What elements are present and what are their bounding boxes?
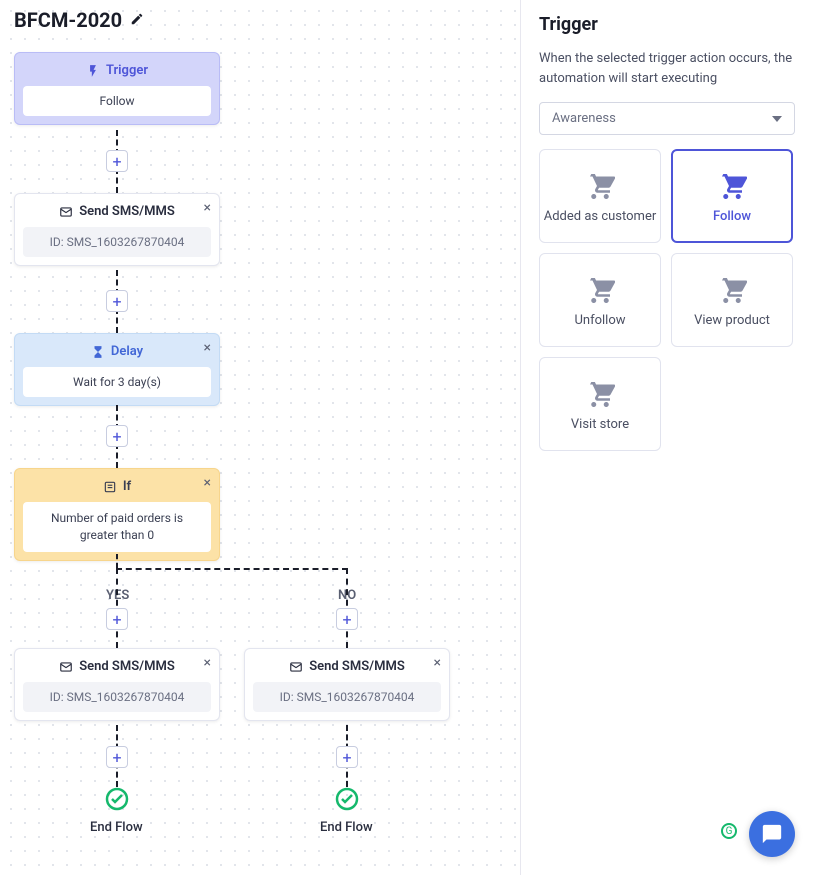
- trigger-tiles: Added as customer Follow Unfollow View p…: [539, 149, 795, 451]
- end-flow-label: End Flow: [90, 820, 143, 835]
- trigger-node-header: Trigger: [15, 53, 219, 86]
- panel-heading: Trigger: [539, 14, 795, 35]
- if-node-label: If: [123, 479, 131, 494]
- tile-label: Unfollow: [574, 313, 625, 328]
- close-icon[interactable]: ×: [204, 655, 211, 671]
- tile-label: Visit store: [571, 417, 629, 432]
- add-step-button[interactable]: +: [106, 290, 128, 312]
- flow-title-row: BFCM-2020: [14, 8, 144, 32]
- sms-node-value: ID: SMS_1603267870404: [253, 682, 441, 712]
- tile-label: Follow: [713, 209, 751, 224]
- bolt-icon: [86, 64, 100, 78]
- flow-canvas[interactable]: BFCM-2020 Trigger Follow + × Send SMS/MM…: [0, 0, 520, 875]
- delay-node[interactable]: × Delay Wait for 3 day(s): [14, 333, 220, 406]
- sms-node-label: Send SMS/MMS: [79, 659, 175, 674]
- sms-node-header: Send SMS/MMS: [15, 194, 219, 227]
- connector: [116, 568, 348, 570]
- add-step-button[interactable]: +: [336, 608, 358, 630]
- trigger-category-dropdown[interactable]: Awareness: [539, 102, 795, 135]
- close-icon[interactable]: ×: [204, 340, 211, 356]
- tile-unfollow[interactable]: Unfollow: [539, 253, 661, 347]
- sms-node-value: ID: SMS_1603267870404: [23, 682, 211, 712]
- connector: [116, 554, 118, 568]
- end-flow-label: End Flow: [320, 820, 373, 835]
- add-step-button[interactable]: +: [106, 608, 128, 630]
- tile-follow[interactable]: Follow: [671, 149, 793, 243]
- if-node-header: If: [15, 469, 219, 502]
- sms-node-no[interactable]: × Send SMS/MMS ID: SMS_1603267870404: [244, 648, 450, 721]
- sms-node-label: Send SMS/MMS: [79, 204, 175, 219]
- chat-icon: [761, 823, 783, 845]
- tile-label: View product: [694, 313, 770, 328]
- sms-node-1[interactable]: × Send SMS/MMS ID: SMS_1603267870404: [14, 193, 220, 266]
- delay-node-value: Wait for 3 day(s): [23, 367, 211, 397]
- flow-title: BFCM-2020: [14, 8, 122, 32]
- dropdown-value: Awareness: [552, 111, 616, 126]
- cart-icon: [717, 169, 747, 199]
- close-icon[interactable]: ×: [434, 655, 441, 671]
- panel-description: When the selected trigger action occurs,…: [539, 49, 795, 88]
- sms-node-label: Send SMS/MMS: [309, 659, 405, 674]
- tile-visit-store[interactable]: Visit store: [539, 357, 661, 451]
- envelope-icon: [59, 205, 73, 219]
- if-node[interactable]: × If Number of paid orders is greater th…: [14, 468, 220, 561]
- add-step-button[interactable]: +: [106, 746, 128, 768]
- sms-node-header: Send SMS/MMS: [15, 649, 219, 682]
- envelope-icon: [59, 660, 73, 674]
- end-flow-icon: [335, 787, 359, 815]
- delay-node-header: Delay: [15, 334, 219, 367]
- chevron-down-icon: [772, 114, 782, 124]
- grammarly-icon[interactable]: G: [721, 823, 737, 839]
- trigger-node-label: Trigger: [106, 63, 148, 78]
- add-step-button[interactable]: +: [106, 425, 128, 447]
- hourglass-icon: [91, 345, 105, 359]
- condition-icon: [103, 480, 117, 494]
- close-icon[interactable]: ×: [204, 475, 211, 491]
- sms-node-header: Send SMS/MMS: [245, 649, 449, 682]
- trigger-node-value: Follow: [23, 86, 211, 116]
- tile-added-as-customer[interactable]: Added as customer: [539, 149, 661, 243]
- cart-icon: [717, 273, 747, 303]
- edit-title-icon[interactable]: [130, 11, 144, 30]
- side-panel: Trigger When the selected trigger action…: [520, 0, 813, 875]
- tile-view-product[interactable]: View product: [671, 253, 793, 347]
- add-step-button[interactable]: +: [336, 746, 358, 768]
- cart-icon: [585, 169, 615, 199]
- cart-icon: [585, 273, 615, 303]
- sms-node-yes[interactable]: × Send SMS/MMS ID: SMS_1603267870404: [14, 648, 220, 721]
- close-icon[interactable]: ×: [204, 200, 211, 216]
- delay-node-label: Delay: [111, 344, 143, 359]
- add-step-button[interactable]: +: [106, 150, 128, 172]
- tile-label: Added as customer: [544, 209, 657, 224]
- envelope-icon: [289, 660, 303, 674]
- cart-icon: [585, 377, 615, 407]
- if-node-value: Number of paid orders is greater than 0: [23, 502, 211, 552]
- end-flow-icon: [105, 787, 129, 815]
- sms-node-value: ID: SMS_1603267870404: [23, 227, 211, 257]
- trigger-node[interactable]: Trigger Follow: [14, 52, 220, 125]
- chat-button[interactable]: [749, 811, 795, 857]
